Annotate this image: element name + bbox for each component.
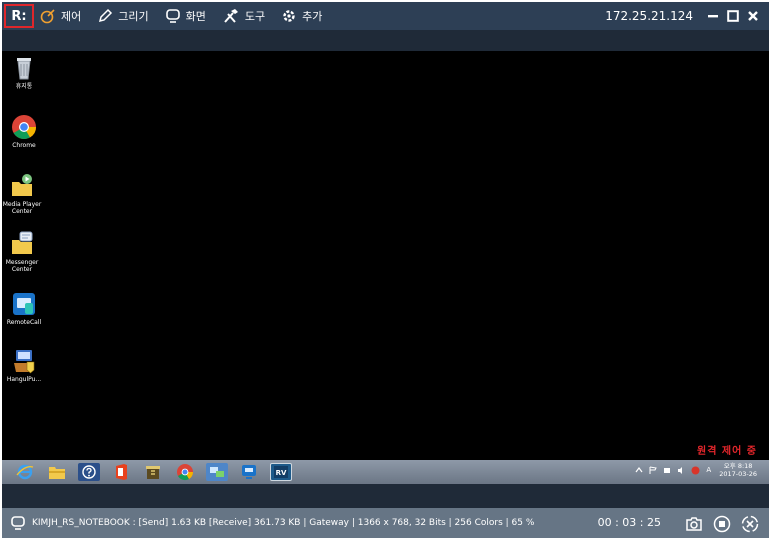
taskbar-network[interactable]: [206, 463, 228, 481]
desktop-icon-media-player[interactable]: Media Player Center: [0, 173, 44, 215]
tray-clock-date: 2017-03-26: [719, 470, 757, 478]
session-timer: 00 : 03 : 25: [597, 516, 661, 529]
chrome-icon: [11, 114, 37, 140]
toolbar-subbar: [2, 30, 769, 51]
taskbar-chrome[interactable]: [174, 463, 196, 481]
pen-icon: [99, 8, 113, 23]
close-icon: [748, 11, 758, 21]
taskbar-rv[interactable]: RV: [270, 463, 292, 481]
chrome-icon: [177, 464, 194, 481]
close-button[interactable]: [743, 6, 763, 26]
connection-status-bar: KIMJH_RS_NOTEBOOK : [Send] 1.63 KB [Rece…: [2, 508, 769, 538]
desktop-icon-remotecall[interactable]: RemoteCall: [2, 291, 46, 326]
desktop-icon-messenger[interactable]: Messenger Center: [0, 231, 44, 273]
desktop-icon-label: Messenger Center: [5, 259, 39, 273]
menu-more-label: 추가: [302, 10, 323, 23]
remotecall-icon: [11, 291, 37, 317]
svg-text:RV: RV: [276, 469, 287, 477]
ie-icon: [16, 464, 34, 480]
menu-screen[interactable]: 화면: [165, 8, 206, 24]
tray-security-icon[interactable]: [691, 466, 700, 475]
camera-icon: [686, 517, 702, 531]
disconnect-icon: [741, 515, 759, 533]
remote-control-status: 원격 제어 중: [697, 446, 757, 457]
desktop-icon-recycle-bin[interactable]: 휴지통: [2, 55, 46, 90]
tray-flag-icon[interactable]: [649, 466, 658, 475]
tray-network-icon[interactable]: [663, 466, 672, 475]
remote-ip-address: 172.25.21.124: [605, 9, 693, 23]
help-icon: [82, 465, 96, 479]
messenger-icon: [9, 231, 35, 257]
system-tray: A 오후 8:18 2017-03-26: [635, 462, 757, 478]
tray-clock[interactable]: 오후 8:18 2017-03-26: [719, 462, 757, 478]
tray-clock-time: 오후 8:18: [723, 462, 753, 470]
tools-icon: [224, 9, 238, 23]
menu-tools[interactable]: 도구: [222, 8, 265, 24]
gear-icon: [283, 10, 295, 22]
tray-up-arrow-icon[interactable]: [635, 466, 643, 474]
minimize-icon: [708, 15, 718, 18]
main-menu: 제어 그리기 화면 도구 추가: [40, 8, 338, 24]
menu-tools-label: 도구: [244, 10, 266, 23]
tray-volume-icon[interactable]: [677, 466, 686, 475]
taskbar-remote[interactable]: [238, 463, 260, 481]
stop-button[interactable]: [711, 513, 733, 535]
app-icon: [146, 466, 160, 479]
maximize-button[interactable]: [723, 6, 743, 26]
desktop-icon-label: 휴지통: [15, 83, 33, 90]
menu-control-label: 제어: [61, 10, 82, 23]
desktop-icon-label: HangulPu...: [6, 376, 42, 383]
menu-screen-label: 화면: [185, 10, 206, 23]
app-logo[interactable]: R:: [4, 4, 34, 28]
remote-taskbar: RV A 오후 8:18 2017-03-26: [2, 460, 769, 484]
menu-more[interactable]: 추가: [281, 8, 322, 24]
file-explorer-icon: [49, 467, 65, 479]
menu-draw[interactable]: 그리기: [97, 8, 149, 24]
menu-draw-label: 그리기: [118, 10, 149, 23]
screenshot-button[interactable]: [683, 513, 705, 535]
stop-icon: [713, 515, 731, 533]
taskbar-help[interactable]: [78, 463, 100, 481]
rv-icon: RV: [274, 466, 288, 478]
taskbar-explorer[interactable]: [46, 463, 68, 481]
connection-info: KIMJH_RS_NOTEBOOK : [Send] 1.63 KB [Rece…: [32, 518, 535, 528]
desktop-icon-label: Media Player Center: [2, 201, 42, 215]
office-icon: [116, 464, 127, 480]
session-controls: [677, 513, 761, 535]
desktop-icon-label: Chrome: [12, 142, 36, 149]
desktop-icon-hangul[interactable]: HangulPu...: [2, 348, 46, 383]
minimize-button[interactable]: [703, 6, 723, 26]
taskbar-gap: [2, 484, 769, 508]
window-controls: [703, 6, 763, 26]
recycle-bin-icon: [11, 55, 37, 81]
taskbar-app[interactable]: [142, 463, 164, 481]
maximize-icon: [727, 10, 739, 22]
top-toolbar: R: 제어 그리기 화면 도구 추가 172.25.21.124: [2, 2, 769, 30]
tray-language[interactable]: A: [706, 466, 711, 474]
monitor-icon: [11, 516, 25, 530]
remote-icon: [242, 465, 256, 479]
disconnect-button[interactable]: [739, 513, 761, 535]
taskbar-ie[interactable]: [14, 463, 36, 481]
network-icon: [210, 467, 224, 477]
media-player-icon: [9, 173, 35, 199]
desktop-icon-label: RemoteCall: [6, 319, 42, 326]
desktop-icon-chrome[interactable]: Chrome: [2, 114, 46, 149]
remote-desktop[interactable]: 휴지통 Chrome Media Player Center Messenger…: [2, 51, 769, 460]
taskbar-office[interactable]: [110, 463, 132, 481]
control-icon: [40, 9, 55, 24]
menu-control[interactable]: 제어: [40, 8, 81, 24]
screen-icon: [165, 9, 180, 23]
hangul-icon: [11, 348, 37, 374]
